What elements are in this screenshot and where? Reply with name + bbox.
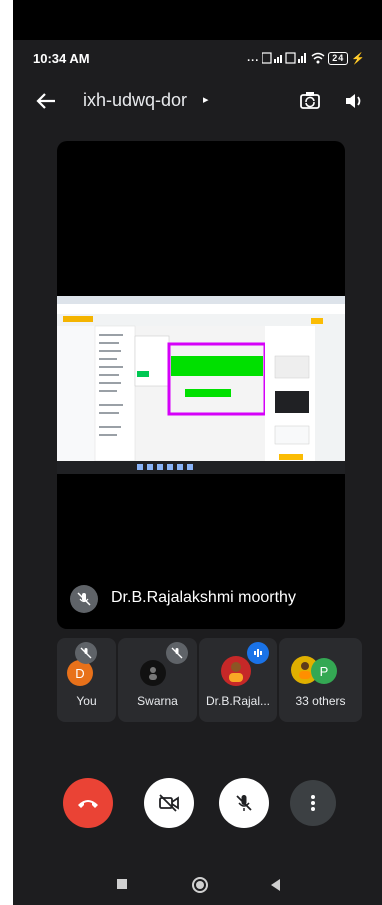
phone-screen: 10:34 AM ... 24 ⚡ ixh-udwq-dor ▸ Dr.B.Ra… (13, 0, 382, 905)
mic-toggle-button[interactable] (219, 778, 269, 828)
end-call-button[interactable] (63, 778, 113, 828)
avatar: D (67, 660, 93, 686)
avatar (221, 656, 251, 686)
participant-tile-you[interactable]: D You (57, 638, 116, 722)
hang-up-icon (78, 800, 98, 808)
meeting-code[interactable]: ixh-udwq-dor (83, 90, 187, 111)
home-circle-icon[interactable] (191, 876, 209, 894)
status-bar: 10:34 AM ... 24 ⚡ (13, 40, 382, 76)
charging-icon: ⚡ (351, 52, 366, 65)
more-options-button[interactable] (290, 780, 336, 826)
participant-tile-others[interactable]: P 33 others (279, 638, 362, 722)
speaking-indicator-icon (247, 642, 269, 664)
camera-off-icon (159, 794, 179, 812)
app-bar: ixh-udwq-dor ▸ (13, 80, 382, 124)
recents-square-icon[interactable] (116, 878, 128, 890)
muted-mic-icon (166, 642, 188, 664)
top-strip (13, 0, 382, 40)
switch-camera-icon[interactable] (295, 86, 325, 116)
avatar: P (311, 658, 337, 684)
participant-label: You (76, 694, 97, 708)
presenter-name: Dr.B.Rajalakshmi moorthy (111, 589, 296, 606)
participant-tile-rajalakshmi[interactable]: Dr.B.Rajal... (199, 638, 277, 722)
status-icons: ... 24 ⚡ (247, 51, 366, 65)
notification-dots: ... (247, 52, 260, 64)
presenter-tile[interactable]: Dr.B.Rajalakshmi moorthy (57, 141, 345, 629)
signal-icon (262, 52, 307, 64)
more-vertical-icon (311, 795, 315, 811)
muted-mic-icon (75, 642, 97, 664)
participant-label: Swarna (137, 694, 178, 708)
system-nav-bar (13, 858, 382, 905)
back-arrow-icon[interactable] (31, 86, 61, 116)
participant-label: Dr.B.Rajal... (205, 694, 271, 708)
wifi-icon (311, 52, 325, 64)
muted-mic-icon (70, 585, 98, 613)
camera-toggle-button[interactable] (144, 778, 194, 828)
avatar (140, 660, 166, 686)
back-triangle-icon[interactable] (269, 878, 281, 892)
screen-share-view (57, 296, 345, 474)
battery-icon: 24 (328, 51, 349, 65)
meeting-info-caret-icon[interactable]: ▸ (203, 93, 209, 106)
participant-tile-swarna[interactable]: Swarna (118, 638, 197, 722)
status-time: 10:34 AM (33, 50, 90, 66)
mic-off-icon (236, 795, 252, 811)
participant-label: 33 others (295, 694, 346, 708)
speaker-volume-icon[interactable] (339, 86, 369, 116)
